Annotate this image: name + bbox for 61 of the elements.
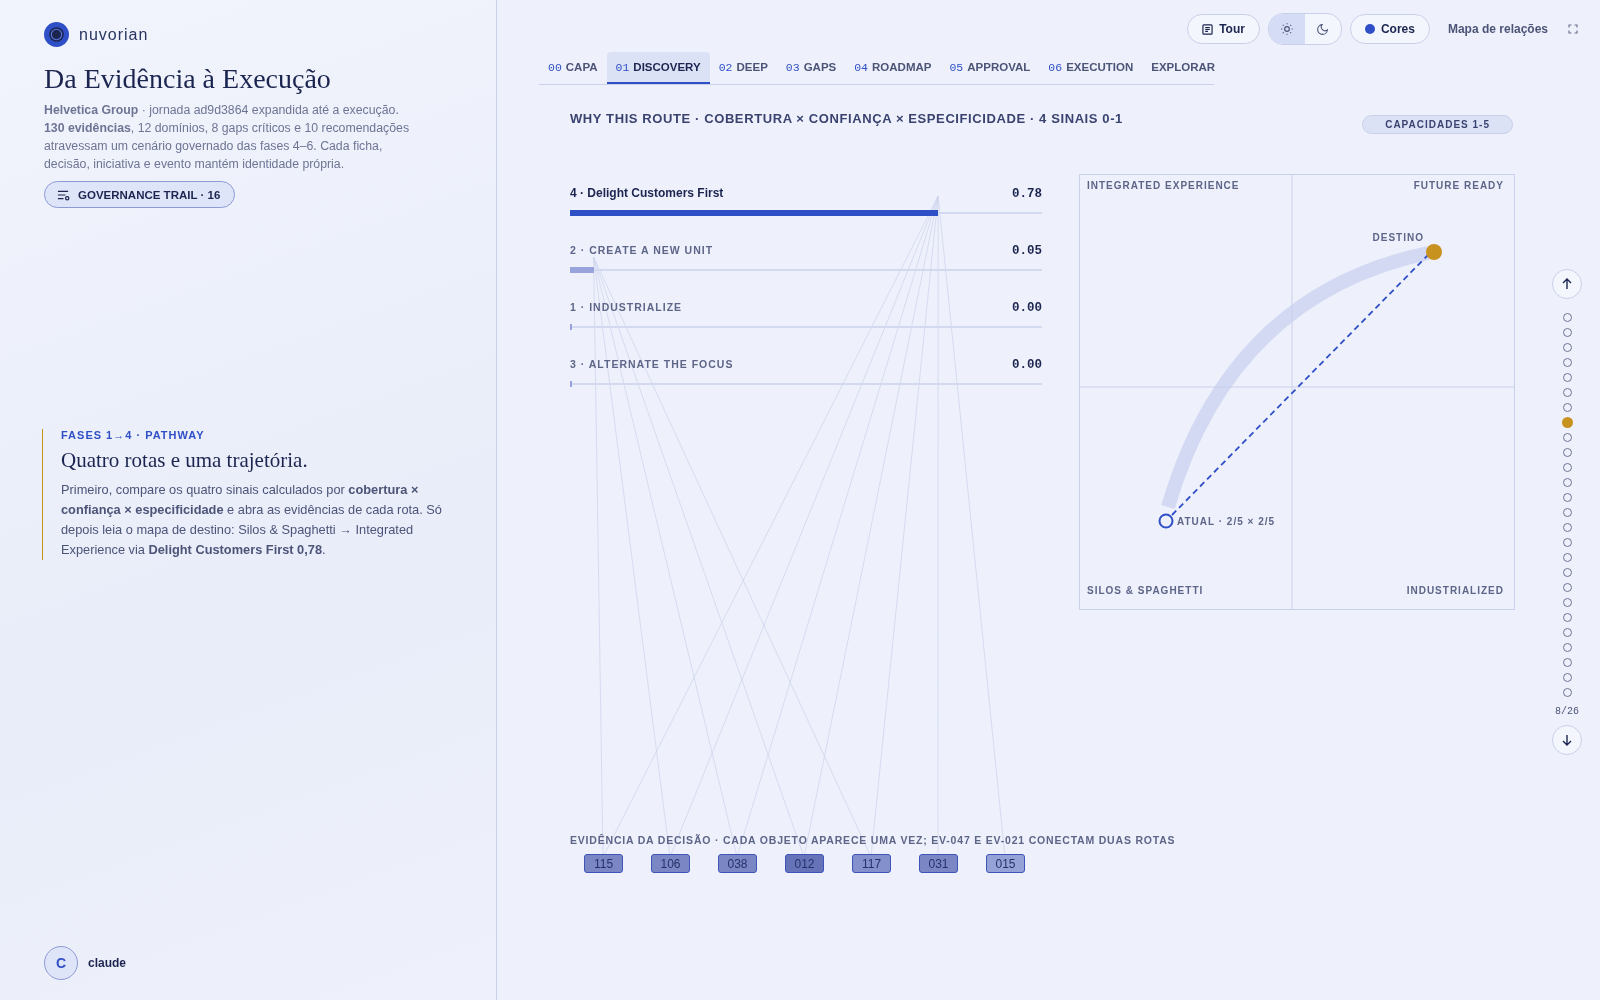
step-dot[interactable] <box>1561 417 1573 428</box>
logo-icon <box>44 22 69 47</box>
intro-text: Helvetica Group · jornada ad9d3864 expandida até a execução. <box>44 102 400 119</box>
route-label: 1 · INDUSTRIALIZE <box>570 301 683 313</box>
sun-icon <box>1279 22 1294 36</box>
evidence-chip[interactable]: 031 <box>919 854 958 873</box>
nav-tab[interactable]: EXPLORAR <box>1142 52 1225 84</box>
scroll-down-button[interactable] <box>1552 725 1582 755</box>
pathway-eyebrow: FASES 1→4 · PATHWAY <box>61 429 206 441</box>
route-score: 0.00 <box>1012 301 1042 315</box>
evidence-title: EVIDÊNCIA DA DECISÃO · CADA OBJETO APARECE UMA VEZ; EV-047 E EV-021 CONECTAM DUAS ROTAS <box>570 834 1177 846</box>
scroll-up-button[interactable] <box>1552 269 1582 299</box>
section-title: WHY THIS ROUTE · COBERTURA × CONFIANÇA × ESPECIFICIDADE · 4 SINAIS 0-1 <box>570 111 1123 126</box>
target-label: DESTINO <box>1372 232 1424 243</box>
arrow-down-icon <box>1561 734 1573 746</box>
route-score: 0.78 <box>1012 187 1042 201</box>
nav-tab[interactable]: 00 CAPA <box>539 52 607 84</box>
governance-trail-button[interactable]: GOVERNANCE TRAIL · 16 <box>44 181 236 208</box>
route-label: 3 · ALTERNATE THE FOCUS <box>570 358 734 370</box>
dot-icon <box>1364 24 1375 34</box>
route-score: 0.00 <box>1012 358 1042 372</box>
step-counter: 8/26 <box>1555 706 1579 717</box>
pathway-text: Primeiro, compare os quatro sinais calculados por cobertura × confiança × especificidade e abra as evidências de cada rota. Só depois leia o mapa de destino: Silos & Spaghetti → Integrated Experience via Delight Customers First 0,78. <box>61 481 443 559</box>
route-label: 4 · Delight Customers First <box>570 186 724 200</box>
evidence-chip[interactable]: 117 <box>852 854 891 873</box>
user-name: claude <box>88 956 126 970</box>
page-title: Da Evidência à Execução <box>44 63 332 95</box>
tour-button[interactable]: Tour <box>1187 14 1260 44</box>
evidence-chip[interactable]: 106 <box>651 854 690 873</box>
moon-icon <box>1316 22 1330 36</box>
nav-tab[interactable]: 01 DISCOVERY <box>606 52 710 84</box>
light-theme-button[interactable] <box>1268 14 1305 44</box>
current-label: ATUAL · 2/5 × 2/5 <box>1177 516 1276 527</box>
relations-map-link[interactable]: Mapa de relações <box>1447 22 1548 36</box>
nav-tab[interactable]: 03 GAPS <box>776 52 846 84</box>
target-point <box>1426 244 1442 260</box>
nav-tab[interactable]: 06 EXECUTION <box>1039 52 1143 84</box>
colors-button[interactable]: Cores <box>1349 14 1430 44</box>
document-icon <box>1202 23 1214 35</box>
pathway-heading: Quatro rotas e uma trajetória. <box>61 448 309 473</box>
fullscreen-icon <box>1568 24 1578 34</box>
capacity-badge: CAPACIDADES 1-5 <box>1362 115 1513 134</box>
quadrant-label: SILOS & SPAGHETTI <box>1087 585 1204 596</box>
quadrant-label: INDUSTRIALIZED <box>1406 585 1504 596</box>
user-avatar[interactable]: C <box>44 946 78 980</box>
brand-name: nuvorian <box>79 25 149 44</box>
fullscreen-button[interactable] <box>1568 24 1578 34</box>
route-label: 2 · CREATE A NEW UNIT <box>570 244 714 256</box>
arrow-up-icon <box>1561 278 1573 290</box>
nav-tab[interactable]: 02 DEEP <box>709 52 777 84</box>
intro-text: 130 evidências, 12 domínios, 8 gaps críticos e 10 recomendações atravessam um cenário governado das fases 4–6. Cada ficha, decisão, iniciativa e evento mantém identidade própria. <box>44 120 411 173</box>
nav-tab[interactable]: 04 ROADMAP <box>845 52 941 84</box>
route-score: 0.05 <box>1012 244 1042 258</box>
quadrant-label: FUTURE READY <box>1413 180 1504 191</box>
quadrant-label: INTEGRATED EXPERIENCE <box>1087 180 1240 191</box>
evidence-chip[interactable]: 115 <box>584 854 623 873</box>
list-icon <box>57 188 70 201</box>
current-point <box>1158 513 1174 529</box>
evidence-chip[interactable]: 038 <box>718 854 757 873</box>
nav-tab[interactable]: 05 APPROVAL <box>940 52 1040 84</box>
evidence-chip[interactable]: 015 <box>986 854 1025 873</box>
